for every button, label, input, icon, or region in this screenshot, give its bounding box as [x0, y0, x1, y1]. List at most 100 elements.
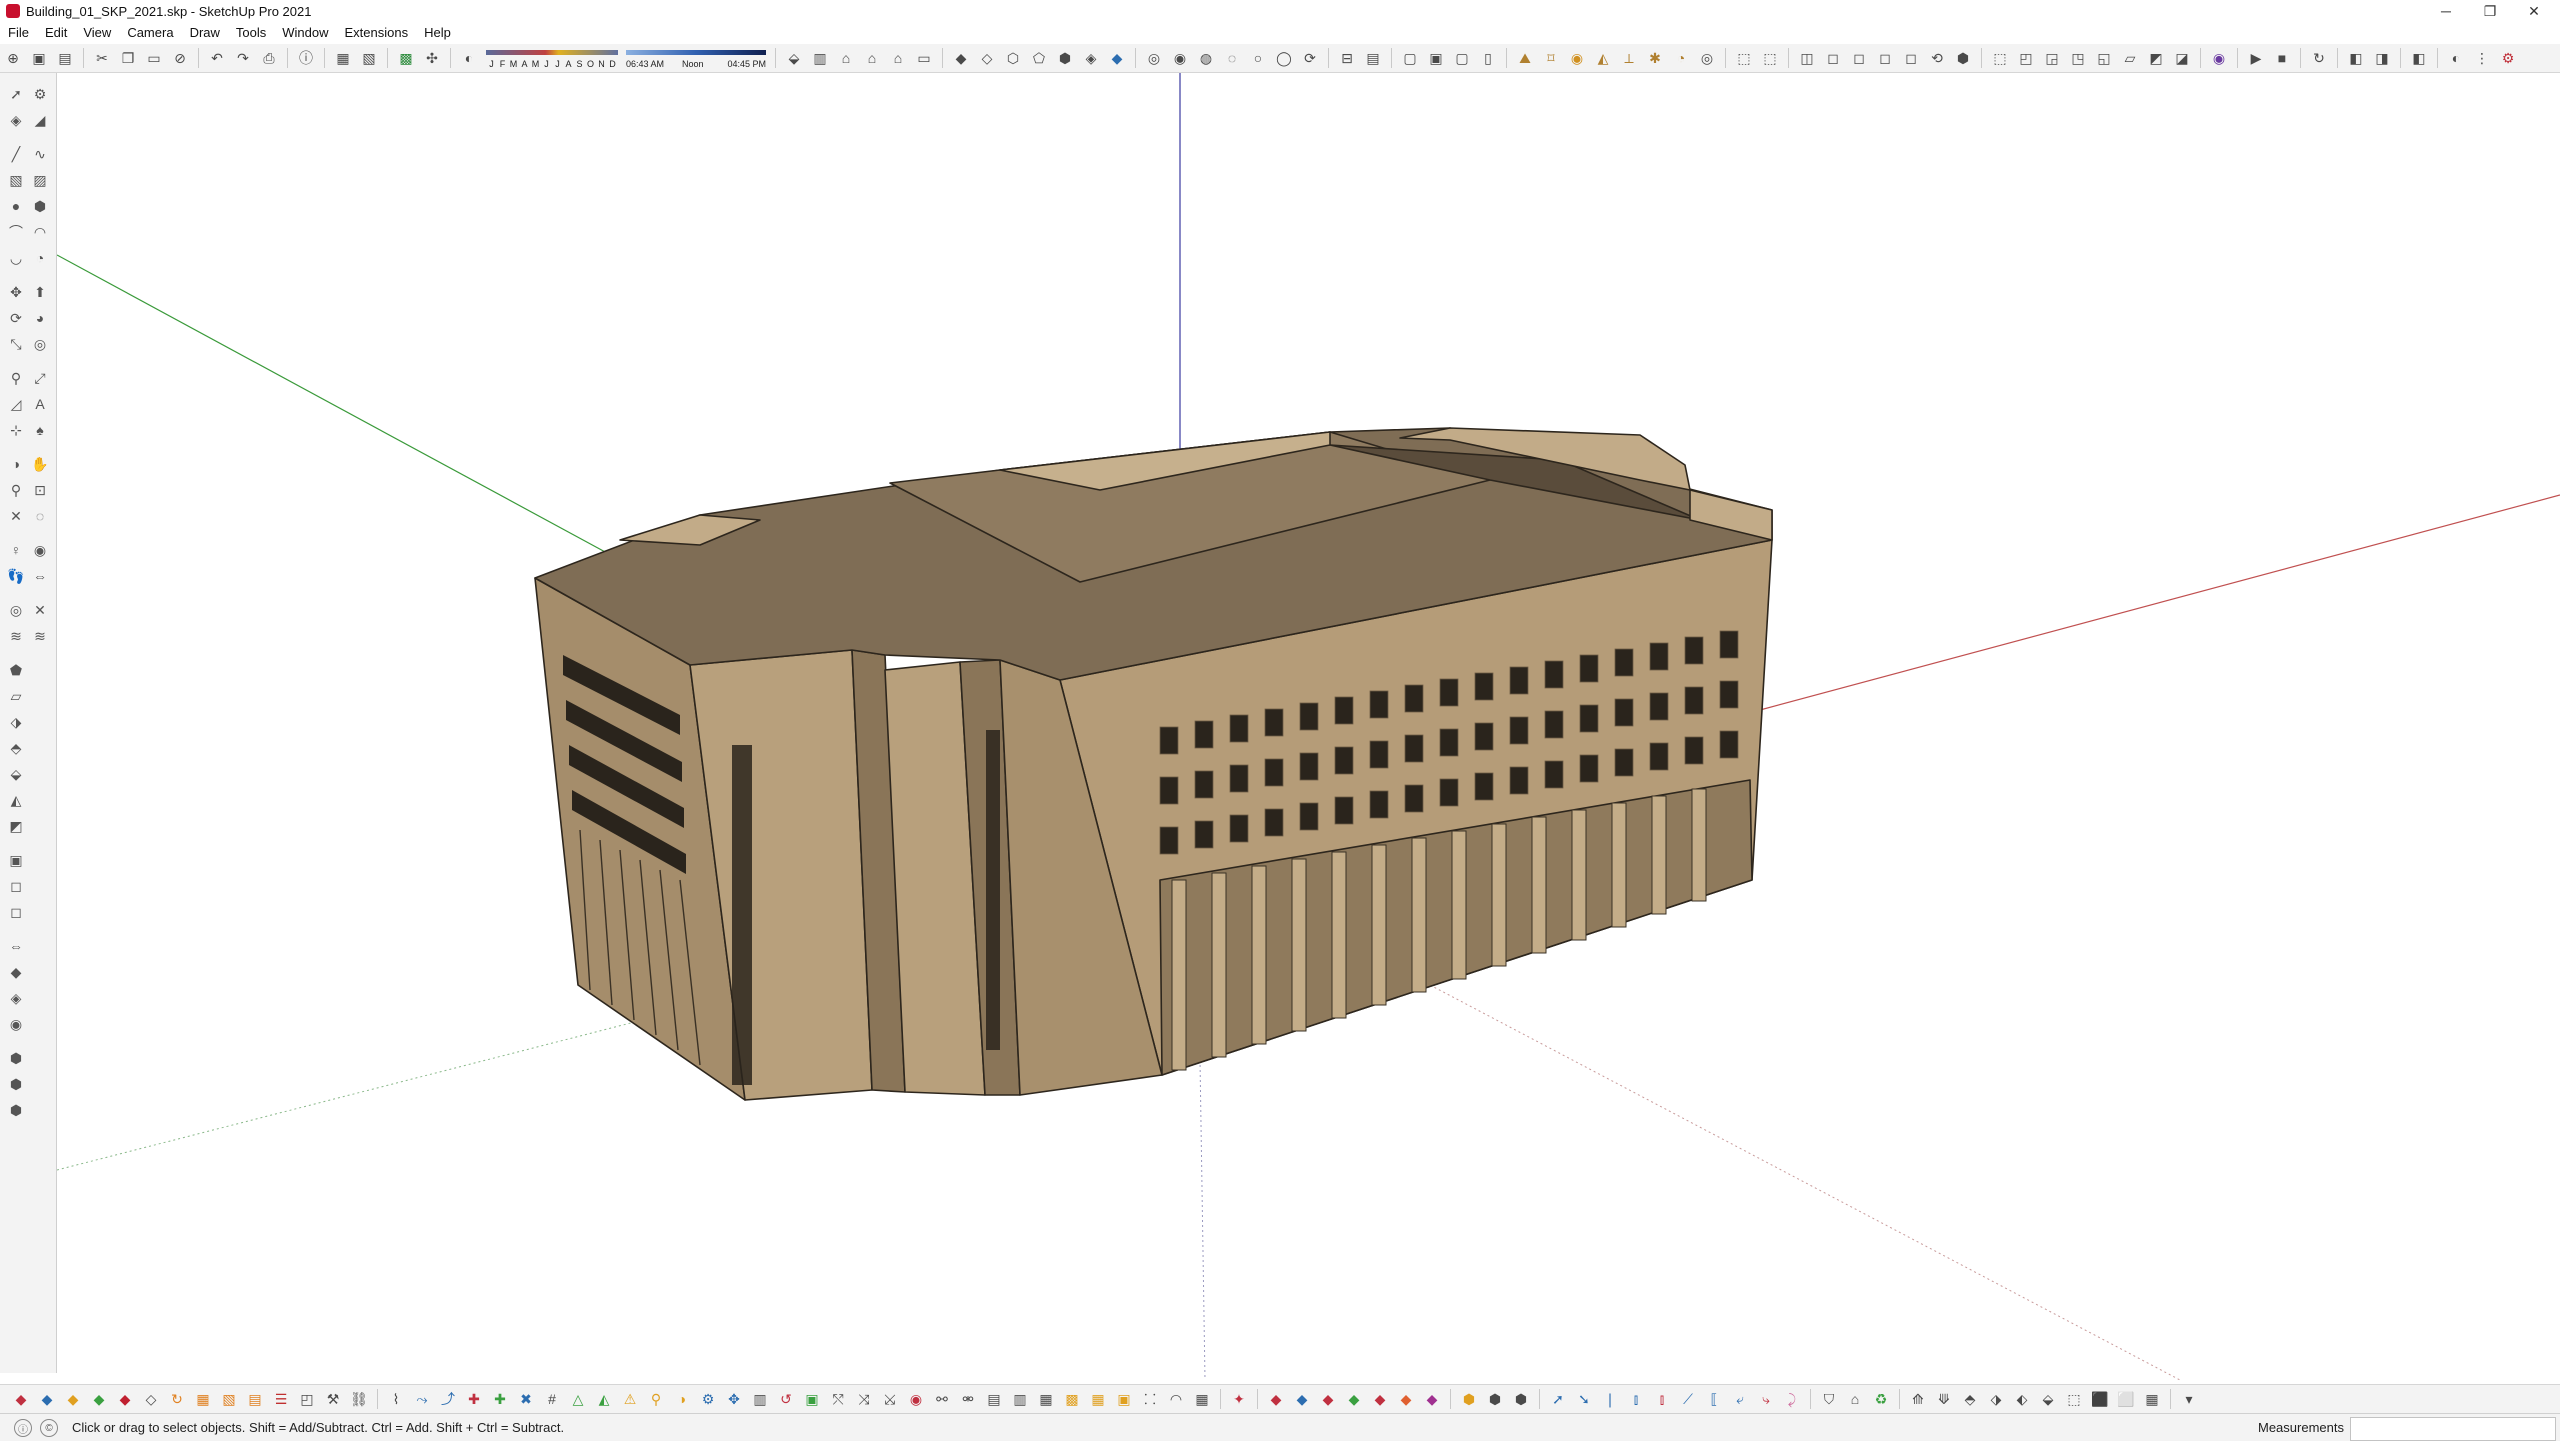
measurements-input[interactable]	[2350, 1417, 2556, 1441]
layer-tool10-icon[interactable]: ▦	[2141, 1388, 2163, 1410]
iso-view-icon[interactable]: ⬙	[783, 47, 805, 69]
line-icon[interactable]: ╱	[5, 143, 27, 165]
ifc-export-icon[interactable]: ◩	[2145, 47, 2167, 69]
walk-icon[interactable]: ▣	[1425, 47, 1447, 69]
menu-draw[interactable]: Draw	[182, 22, 228, 44]
gear-blue-icon[interactable]: ⚙	[697, 1388, 719, 1410]
hook-red-icon[interactable]: ⤷	[1755, 1388, 1777, 1410]
shape-red2-icon[interactable]: ◆	[1317, 1388, 1339, 1410]
tool-yellow2-icon[interactable]: ◑	[671, 1388, 693, 1410]
model-viewport[interactable]	[57, 73, 2560, 1383]
next-scene-icon[interactable]: ◨	[2371, 47, 2393, 69]
menu-extensions[interactable]: Extensions	[337, 22, 417, 44]
component-attributes-icon[interactable]: ◳	[2067, 47, 2089, 69]
component-icon[interactable]: ✣	[421, 47, 443, 69]
dimension-icon[interactable]: ⤢	[29, 367, 51, 389]
style-watermark-icon[interactable]: ◻	[1900, 47, 1922, 69]
tool-gray4-icon[interactable]: ⚯	[931, 1388, 953, 1410]
outer-shell-icon[interactable]: ◉	[1169, 47, 1191, 69]
smoove-icon[interactable]: ◭	[1592, 47, 1614, 69]
axes-icon[interactable]: ⊹	[5, 419, 27, 441]
sync-icon[interactable]: ✕	[29, 599, 51, 621]
layer-tool5-icon[interactable]: ⬖	[2011, 1388, 2033, 1410]
profile-icon[interactable]: ▧	[218, 1388, 240, 1410]
dropdown-icon[interactable]: ▾	[2178, 1388, 2200, 1410]
bar-red-icon[interactable]: ⫾	[1651, 1388, 1673, 1410]
extension-red-icon[interactable]: ◆	[10, 1388, 32, 1410]
undo-icon[interactable]: ↶	[206, 47, 228, 69]
shield-icon[interactable]: ⛉	[1818, 1388, 1840, 1410]
style-edges-icon[interactable]: ◻	[1822, 47, 1844, 69]
tool-gray11-icon[interactable]: ▦	[1191, 1388, 1213, 1410]
extension-gray-icon[interactable]: ◇	[140, 1388, 162, 1410]
redo-icon[interactable]: ↷	[232, 47, 254, 69]
monochrome-icon[interactable]: ◆	[1106, 47, 1128, 69]
location-icon[interactable]: ◪	[2171, 47, 2193, 69]
tool-green-icon[interactable]: ▣	[801, 1388, 823, 1410]
layer-tool2-icon[interactable]: ⟱	[1933, 1388, 1955, 1410]
tool-gray10-icon[interactable]: ◠	[1165, 1388, 1187, 1410]
recycle-icon[interactable]: ♻	[1870, 1388, 1892, 1410]
spline-icon[interactable]: ⤳	[411, 1388, 433, 1410]
interact-icon[interactable]: ◰	[2015, 47, 2037, 69]
two-point-arc-icon[interactable]: ◠	[29, 221, 51, 243]
bezier-icon[interactable]: ⌇	[385, 1388, 407, 1410]
drape-icon[interactable]: ◉	[1566, 47, 1588, 69]
move-blue-icon[interactable]: ✥	[723, 1388, 745, 1410]
circle-icon[interactable]: ●	[5, 195, 27, 217]
shaded-icon[interactable]: ⬢	[1054, 47, 1076, 69]
back-edges-icon[interactable]: ◇	[976, 47, 998, 69]
from-contours-icon[interactable]: ◔	[1670, 47, 1692, 69]
extension-green-icon[interactable]: ◆	[88, 1388, 110, 1410]
cut-icon[interactable]: ✂	[91, 47, 113, 69]
table-icon[interactable]: ☰	[270, 1388, 292, 1410]
stop-icon[interactable]: ■	[2271, 47, 2293, 69]
extension-warehouse-icon[interactable]: ◉	[2208, 47, 2230, 69]
solid-union-icon[interactable]: ⬢	[5, 1047, 27, 1069]
flip-edge-icon[interactable]: ⟂	[1618, 47, 1640, 69]
rotate-icon[interactable]: ⟳	[5, 307, 27, 329]
shaded-textures-icon[interactable]: ◈	[1080, 47, 1102, 69]
search-warehouse-icon[interactable]: ◎	[5, 599, 27, 621]
info-icon[interactable]: ⓘ	[14, 1419, 32, 1437]
pan-icon[interactable]: ✋	[29, 453, 51, 475]
tool-red2-icon[interactable]: ✦	[1228, 1388, 1250, 1410]
curve-icon[interactable]: ↻	[166, 1388, 188, 1410]
polygon-icon[interactable]: ⬢	[29, 195, 51, 217]
tool-gray5-icon[interactable]: ⚮	[957, 1388, 979, 1410]
hidden-line-icon[interactable]: ⬠	[1028, 47, 1050, 69]
select-icon[interactable]: ➚	[5, 83, 27, 105]
tool-icon[interactable]: ⚒	[322, 1388, 344, 1410]
extension-red2-icon[interactable]: ◆	[114, 1388, 136, 1410]
save-icon[interactable]: ▤	[54, 47, 76, 69]
tool-red-icon[interactable]: ◉	[905, 1388, 927, 1410]
zoom-icon[interactable]: ⚲	[5, 479, 27, 501]
solid-subtract-icon[interactable]: ⬢	[5, 1099, 27, 1121]
text-icon[interactable]: A	[29, 393, 51, 415]
eraser-icon[interactable]: ◢	[29, 109, 51, 131]
minimize-button[interactable]: ─	[2424, 0, 2468, 22]
credits-icon[interactable]: ©	[40, 1419, 58, 1437]
zoom-window-icon[interactable]: ⊡	[29, 479, 51, 501]
menu-help[interactable]: Help	[416, 22, 459, 44]
offset-icon[interactable]: ◎	[29, 333, 51, 355]
tool-gray6-icon[interactable]: ▤	[983, 1388, 1005, 1410]
copy-icon[interactable]: ❐	[117, 47, 139, 69]
terrain-icon[interactable]: ◈	[5, 987, 27, 1009]
walk-icon[interactable]: 👣	[5, 565, 27, 587]
layers-icon[interactable]: ▦	[332, 47, 354, 69]
layer-tool9-icon[interactable]: ⬜	[2115, 1388, 2137, 1410]
hook-pink-icon[interactable]: ⤸	[1781, 1388, 1803, 1410]
tool-gray2-icon[interactable]: ⤨	[853, 1388, 875, 1410]
geo-location-icon[interactable]: ◆	[5, 961, 27, 983]
shape-red-icon[interactable]: ◆	[1265, 1388, 1287, 1410]
split-icon[interactable]: ⟳	[1299, 47, 1321, 69]
triangle-yellow-icon[interactable]: ⚠	[619, 1388, 641, 1410]
tool-yellow3-icon[interactable]: ▩	[1061, 1388, 1083, 1410]
shape-orange-icon[interactable]: ◆	[1395, 1388, 1417, 1410]
menu-file[interactable]: File	[0, 22, 37, 44]
flip-edge-icon[interactable]: ◩	[5, 815, 27, 837]
sandbox-icon[interactable]: ⛰	[1514, 47, 1536, 69]
intersect-icon[interactable]: ◍	[1195, 47, 1217, 69]
xray-icon[interactable]: ◆	[950, 47, 972, 69]
